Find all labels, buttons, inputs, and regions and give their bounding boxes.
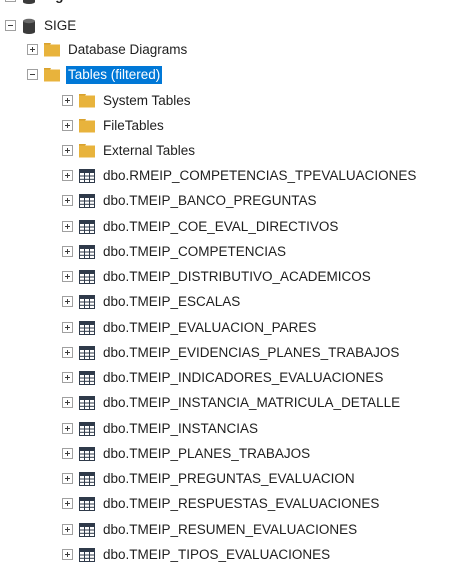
table-grid-icon	[79, 395, 95, 410]
table-grid-icon	[79, 244, 95, 259]
tree-node-label: dbo.TMEIP_EVALUACION_PARES	[103, 319, 317, 335]
table-grid-icon	[79, 421, 95, 436]
tree-node-label: FileTables	[103, 117, 164, 133]
tree-node-label: dbo.TMEIP_TIPOS_EVALUACIONES	[103, 546, 331, 562]
expand-toggle[interactable]	[62, 347, 73, 358]
tree-node-label: External Tables	[103, 142, 196, 158]
expand-toggle[interactable]	[62, 549, 73, 560]
tree-node-label: SIGE	[44, 17, 77, 33]
tree-node-table[interactable]: dbo.TMEIP_PREGUNTAS_EVALUACION	[0, 466, 357, 491]
folder-icon	[79, 143, 95, 157]
tree-node-table[interactable]: dbo.TMEIP_COE_EVAL_DIRECTIVOS	[0, 214, 340, 239]
table-grid-icon	[79, 219, 95, 234]
table-grid-icon	[79, 168, 95, 183]
table-grid-icon	[79, 370, 95, 385]
database-cylinder-icon	[23, 18, 35, 34]
table-grid-icon	[79, 547, 95, 562]
tree-node-table[interactable]: dbo.TMEIP_DISTRIBUTIVO_ACADEMICOS	[0, 264, 373, 289]
expand-toggle[interactable]	[62, 271, 73, 282]
table-grid-icon	[79, 294, 95, 309]
tree-node-label: dbo.TMEIP_ESCALAS	[103, 293, 241, 309]
expand-toggle[interactable]	[62, 498, 73, 509]
tree-node-tables[interactable]: Tables (filtered)	[0, 62, 163, 87]
tree-node-label: dbo.TMEIP_INSTANCIAS	[103, 420, 259, 436]
tree-node-server[interactable]: sige	[0, 0, 73, 6]
tree-node-table[interactable]: dbo.RMEIP_COMPETENCIAS_TPEVALUACIONES	[0, 163, 418, 188]
table-grid-icon	[79, 320, 95, 335]
tree-node-table[interactable]: dbo.TMEIP_BANCO_PREGUNTAS	[0, 188, 319, 213]
tree-node-table[interactable]: dbo.TMEIP_ESCALAS	[0, 289, 242, 314]
tree-node-system-tables[interactable]: System Tables	[0, 88, 193, 113]
table-grid-icon	[79, 345, 95, 360]
folder-icon	[79, 93, 95, 107]
expand-toggle[interactable]	[62, 322, 73, 333]
tree-node-label: dbo.TMEIP_COE_EVAL_DIRECTIVOS	[103, 218, 339, 234]
expand-toggle[interactable]	[27, 44, 38, 55]
tree-node-label: System Tables	[103, 92, 191, 108]
expand-toggle[interactable]	[62, 448, 73, 459]
tree-node-label: dbo.TMEIP_PREGUNTAS_EVALUACION	[103, 470, 355, 486]
collapse-toggle[interactable]	[27, 69, 38, 80]
tree-node-label: Database Diagrams	[68, 41, 188, 57]
expand-toggle[interactable]	[62, 95, 73, 106]
folder-icon	[44, 42, 60, 56]
tree-node-table[interactable]: dbo.TMEIP_TIPOS_EVALUACIONES	[0, 542, 332, 567]
tree-node-database-diagrams[interactable]: Database Diagrams	[0, 37, 189, 62]
tree-node-label: sige	[42, 0, 73, 5]
table-grid-icon	[79, 522, 95, 537]
tree-node-table[interactable]: dbo.TMEIP_RESPUESTAS_EVALUACIONES	[0, 491, 381, 516]
tree-node-external-tables[interactable]: External Tables	[0, 138, 197, 163]
tree-node-table[interactable]: dbo.TMEIP_EVALUACION_PARES	[0, 315, 318, 340]
tree-node-label: dbo.TMEIP_PLANES_TRABAJOS	[103, 445, 311, 461]
tree-node-filetables[interactable]: FileTables	[0, 113, 166, 138]
expand-toggle[interactable]	[62, 120, 73, 131]
expand-toggle[interactable]	[62, 221, 73, 232]
table-grid-icon	[79, 269, 95, 284]
database-cylinder-icon	[23, 0, 35, 4]
table-grid-icon	[79, 471, 95, 486]
tree-node-label: dbo.TMEIP_EVIDENCIAS_PLANES_TRABAJOS	[103, 344, 400, 360]
expand-toggle[interactable]	[62, 397, 73, 408]
tree-node-label: dbo.TMEIP_COMPETENCIAS	[103, 243, 287, 259]
expand-toggle[interactable]	[62, 372, 73, 383]
expand-toggle[interactable]	[62, 246, 73, 257]
expand-toggle[interactable]	[62, 145, 73, 156]
table-grid-icon	[79, 496, 95, 511]
folder-icon	[44, 67, 60, 81]
tree-node-label-selected: Tables (filtered)	[66, 65, 163, 84]
expand-toggle[interactable]	[62, 524, 73, 535]
tree-node-label: dbo.TMEIP_INSTANCIA_MATRICULA_DETALLE	[103, 394, 401, 410]
table-grid-icon	[79, 446, 95, 461]
tree-node-table[interactable]: dbo.TMEIP_INSTANCIA_MATRICULA_DETALLE	[0, 390, 402, 415]
table-grid-icon	[79, 193, 95, 208]
tree-node-table[interactable]: dbo.TMEIP_EVIDENCIAS_PLANES_TRABAJOS	[0, 340, 401, 365]
tree-node-table[interactable]: dbo.TMEIP_INDICADORES_EVALUACIONES	[0, 365, 385, 390]
tree-node-label: dbo.TMEIP_BANCO_PREGUNTAS	[103, 192, 317, 208]
tree-node-label: dbo.TMEIP_INDICADORES_EVALUACIONES	[103, 369, 384, 385]
expand-toggle[interactable]	[62, 423, 73, 434]
tree-node-label: dbo.RMEIP_COMPETENCIAS_TPEVALUACIONES	[103, 167, 417, 183]
expand-toggle[interactable]	[62, 296, 73, 307]
folder-icon	[79, 118, 95, 132]
expand-toggle[interactable]	[62, 195, 73, 206]
tree-node-label: dbo.TMEIP_RESPUESTAS_EVALUACIONES	[103, 495, 380, 511]
tree-node-database[interactable]: SIGE	[0, 13, 78, 38]
collapse-toggle[interactable]	[5, 0, 16, 2]
tree-node-table[interactable]: dbo.TMEIP_PLANES_TRABAJOS	[0, 441, 312, 466]
tree-node-table[interactable]: dbo.TMEIP_COMPETENCIAS	[0, 239, 288, 264]
tree-node-label: dbo.TMEIP_RESUMEN_EVALUACIONES	[103, 521, 358, 537]
expand-toggle[interactable]	[62, 170, 73, 181]
expand-toggle[interactable]	[62, 473, 73, 484]
collapse-toggle[interactable]	[5, 20, 16, 31]
tree-node-table[interactable]: dbo.TMEIP_RESUMEN_EVALUACIONES	[0, 517, 359, 542]
tree-node-label: dbo.TMEIP_DISTRIBUTIVO_ACADEMICOS	[103, 268, 371, 284]
tree-node-table[interactable]: dbo.TMEIP_INSTANCIAS	[0, 416, 260, 441]
